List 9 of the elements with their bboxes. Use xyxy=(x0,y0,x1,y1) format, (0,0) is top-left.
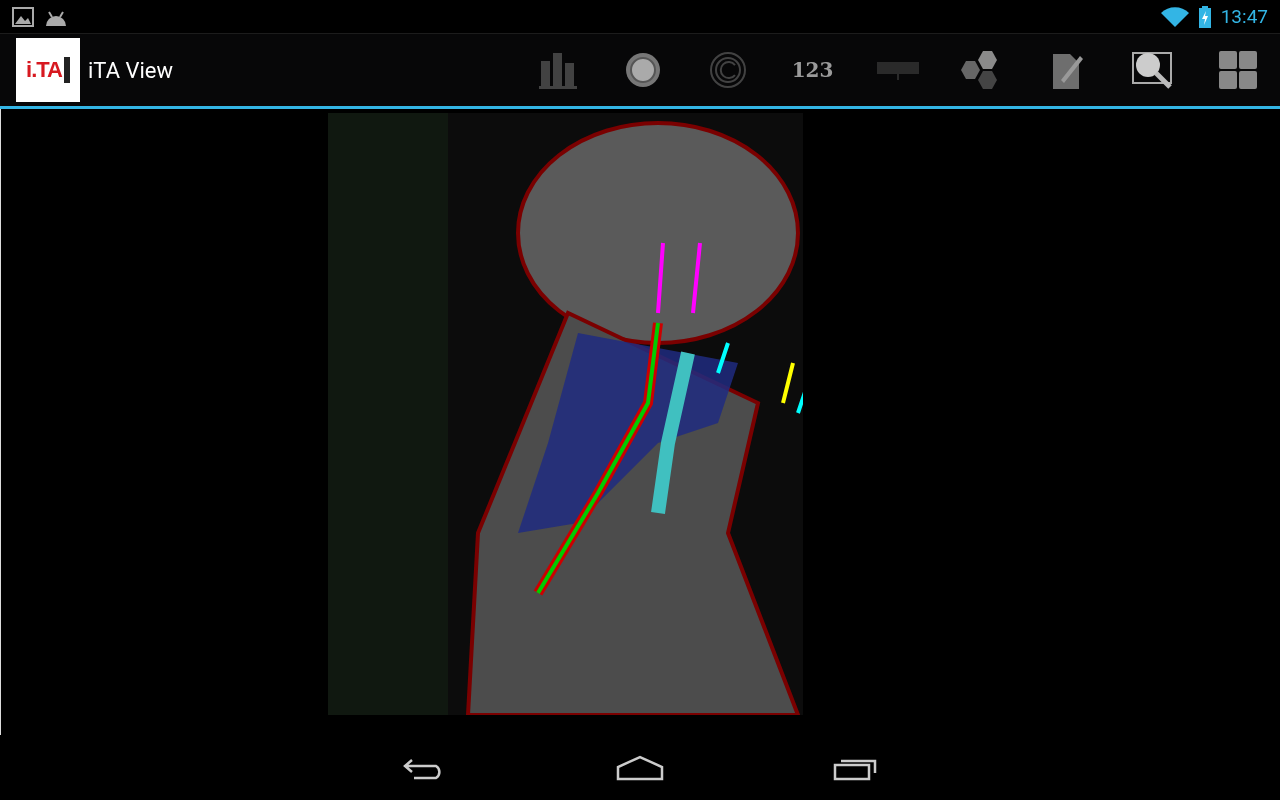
toolbar-button[interactable]: 123 xyxy=(770,34,855,106)
wifi-icon xyxy=(1160,6,1189,27)
home-icon xyxy=(616,754,664,781)
app-logo: i.TA xyxy=(16,38,80,102)
app-title: iTA View xyxy=(88,57,173,83)
battery-icon xyxy=(1198,5,1211,28)
numbers-icon: 123 xyxy=(791,58,834,82)
clock-time: 13:47 xyxy=(1220,5,1268,28)
image-icon xyxy=(12,6,34,27)
